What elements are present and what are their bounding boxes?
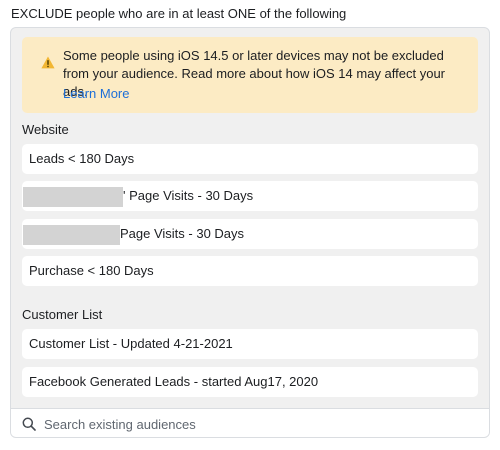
- audience-item-facebook-leads[interactable]: Facebook Generated Leads - started Aug17…: [22, 367, 478, 397]
- audience-item-leads[interactable]: Leads < 180 Days: [22, 144, 478, 174]
- audience-item-label: Customer List - Updated 4-21-2021: [29, 336, 233, 351]
- section-label-customer-list: Customer List: [22, 307, 103, 322]
- audience-search-bar: [11, 408, 489, 437]
- audience-item-label: Purchase < 180 Days: [29, 263, 154, 278]
- warning-triangle-icon: [41, 56, 55, 69]
- audience-item-purchase[interactable]: Purchase < 180 Days: [22, 256, 478, 286]
- section-label-website: Website: [22, 122, 69, 137]
- audience-item-label: Leads < 180 Days: [29, 151, 135, 166]
- search-audiences-input[interactable]: [44, 413, 474, 435]
- audience-item-label: Page Visits - 30 Days: [120, 226, 245, 241]
- audience-item-label: Facebook Generated Leads - started Aug17…: [29, 374, 319, 389]
- audience-item-page-visits-2[interactable]: Page Visits - 30 Days: [22, 219, 478, 249]
- learn-more-link[interactable]: Learn More: [63, 85, 129, 103]
- audience-item-customer-list[interactable]: Customer List - Updated 4-21-2021: [22, 329, 478, 359]
- audience-item-label: ' Page Visits - 30 Days: [123, 188, 254, 203]
- exclude-heading: EXCLUDE people who are in at least ONE o…: [11, 6, 347, 21]
- redacted-block: [23, 186, 123, 207]
- ios-warning-banner: Some people using iOS 14.5 or later devi…: [22, 37, 478, 113]
- redacted-block: [23, 224, 120, 245]
- audience-item-page-visits-1[interactable]: ' Page Visits - 30 Days: [22, 181, 478, 211]
- exclude-audience-panel: Some people using iOS 14.5 or later devi…: [10, 27, 490, 438]
- search-icon: [22, 417, 36, 431]
